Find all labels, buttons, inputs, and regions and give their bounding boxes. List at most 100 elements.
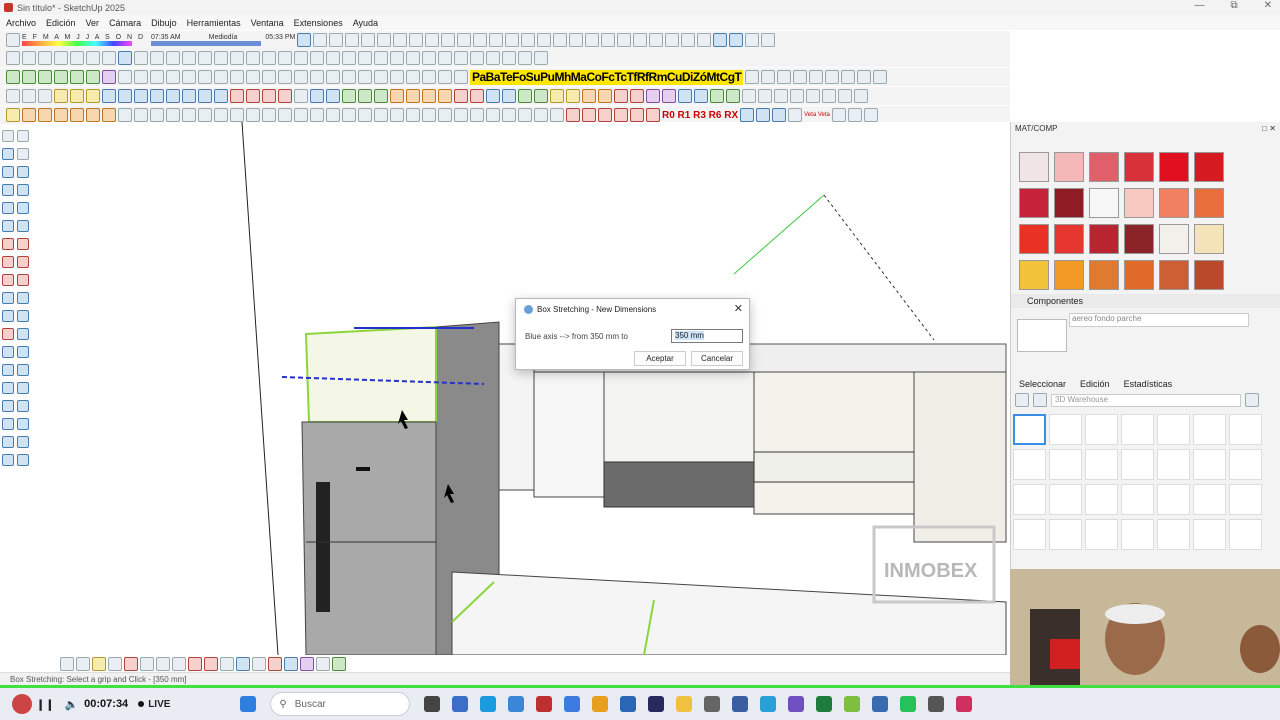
modify-tool-icon[interactable] [534,108,548,122]
material-swatch[interactable] [1159,152,1189,182]
component-tool-icon[interactable] [310,70,324,84]
material-swatch[interactable] [1089,224,1119,254]
plugin-tool-icon[interactable] [793,70,808,84]
view-tool-icon[interactable] [438,51,452,65]
tape-measure-icon[interactable] [2,292,14,304]
modify-tool-icon[interactable] [214,108,228,122]
rotated-rectangle-icon[interactable] [17,184,29,196]
zoom-window-icon[interactable] [17,364,29,376]
draw-tool-icon[interactable] [54,89,68,103]
view-tool-icon[interactable] [278,51,292,65]
material-swatch[interactable] [1194,224,1224,254]
view-tool-icon[interactable] [134,51,148,65]
component-tool-icon[interactable] [422,70,436,84]
modify-tool-icon[interactable] [118,108,132,122]
material-swatch[interactable] [1194,188,1224,218]
component-tool-icon[interactable] [182,70,196,84]
modify-tool-icon[interactable] [358,108,372,122]
standard-tool-icon[interactable] [329,33,344,47]
app-icon[interactable] [564,696,581,712]
bottom-tool-icon[interactable] [332,656,346,671]
previous-view-icon[interactable] [17,382,29,394]
circle-icon[interactable] [2,202,14,214]
view-tool-icon[interactable] [118,51,132,65]
draw-tool-icon[interactable] [486,89,500,103]
view-tool-icon[interactable] [246,51,260,65]
material-swatch[interactable] [1124,224,1154,254]
pause-icon[interactable]: ❙❙ [36,698,54,711]
component-thumb[interactable] [1121,484,1154,515]
bottom-tool-icon[interactable] [76,656,90,671]
sandbox-icon[interactable] [17,436,29,448]
component-tool-icon[interactable] [150,70,164,84]
modify-tool-icon[interactable] [166,108,180,122]
standard-tool-icon[interactable] [537,33,552,47]
tab-edicion[interactable]: Edición [1080,379,1110,389]
view-tool-icon[interactable] [406,51,420,65]
plugin-shortcut-strip[interactable]: PaBaTeFoSuPuMhMaCoFcTcTfRfRmCuDiZóMtCgT [470,69,744,85]
draw-tool-icon[interactable] [278,89,292,103]
modify-tool-icon[interactable] [22,108,36,122]
modify-tool-icon[interactable] [518,108,532,122]
app-icon[interactable] [508,696,525,712]
plugin-tool-icon[interactable] [761,70,776,84]
menu-camara[interactable]: Cámara [109,18,141,28]
component-thumb[interactable] [1157,449,1190,480]
modify-tool-icon[interactable] [788,108,803,122]
zoom-icon[interactable] [2,364,14,376]
view-tool-icon[interactable] [86,51,100,65]
standard-tool-icon[interactable] [457,33,472,47]
draw-tool-icon[interactable] [22,89,36,103]
modify-tool-icon[interactable] [470,108,484,122]
standard-tool-icon[interactable] [649,33,664,47]
modify-tool-icon[interactable] [262,108,276,122]
app-icon[interactable] [872,696,889,712]
material-swatch[interactable] [1194,260,1224,290]
home-icon[interactable] [1033,393,1047,407]
draw-tool-icon[interactable] [422,89,436,103]
view-tool-icon[interactable] [454,51,468,65]
close-icon[interactable]: ✕ [1264,0,1272,11]
standard-tool-icon[interactable] [745,33,760,47]
component-tool-icon[interactable] [262,70,276,84]
sandbox-icon[interactable] [17,454,29,466]
modify-tool-icon[interactable] [582,108,596,122]
standard-tool-icon[interactable] [601,33,616,47]
modify-tool-icon[interactable] [326,108,340,122]
modify-tool-icon[interactable] [310,108,324,122]
view-tool-icon[interactable] [486,51,500,65]
draw-tool-icon[interactable] [662,89,676,103]
draw-tool-icon[interactable] [438,89,452,103]
component-thumb[interactable] [1049,484,1082,515]
draw-tool-icon[interactable] [470,89,484,103]
bottom-tool-icon[interactable] [124,656,138,671]
volume-icon[interactable]: 🔈 [64,698,78,711]
draw-tool-icon[interactable] [806,89,820,103]
component-thumb[interactable] [1049,414,1082,445]
material-swatch[interactable] [1054,188,1084,218]
3d-text-icon[interactable] [17,328,29,340]
modify-tool-icon[interactable] [102,108,116,122]
modify-tool-icon[interactable] [772,108,787,122]
draw-tool-icon[interactable] [38,89,52,103]
modify-tool-icon[interactable] [406,108,420,122]
draw-tool-icon[interactable] [102,89,116,103]
standard-tool-icon[interactable] [697,33,712,47]
menu-ventana[interactable]: Ventana [251,18,284,28]
follow-me-icon[interactable] [17,256,29,268]
view-tool-icon[interactable] [262,51,276,65]
draw-tool-icon[interactable] [118,89,132,103]
component-thumb[interactable] [1121,414,1154,445]
view-tool-icon[interactable] [166,51,180,65]
material-swatch[interactable] [1159,188,1189,218]
cancel-button[interactable]: Cancelar [691,351,743,366]
start-icon[interactable] [240,696,257,712]
tray-window-controls[interactable]: □ ✕ [1262,124,1276,134]
menu-extensiones[interactable]: Extensiones [294,18,343,28]
app-icon[interactable] [452,696,469,712]
view-tool-icon[interactable] [390,51,404,65]
standard-tool-icon[interactable] [441,33,456,47]
component-tool-icon[interactable] [358,70,372,84]
modify-tool-icon[interactable] [566,108,580,122]
modify-tool-icon[interactable] [598,108,612,122]
